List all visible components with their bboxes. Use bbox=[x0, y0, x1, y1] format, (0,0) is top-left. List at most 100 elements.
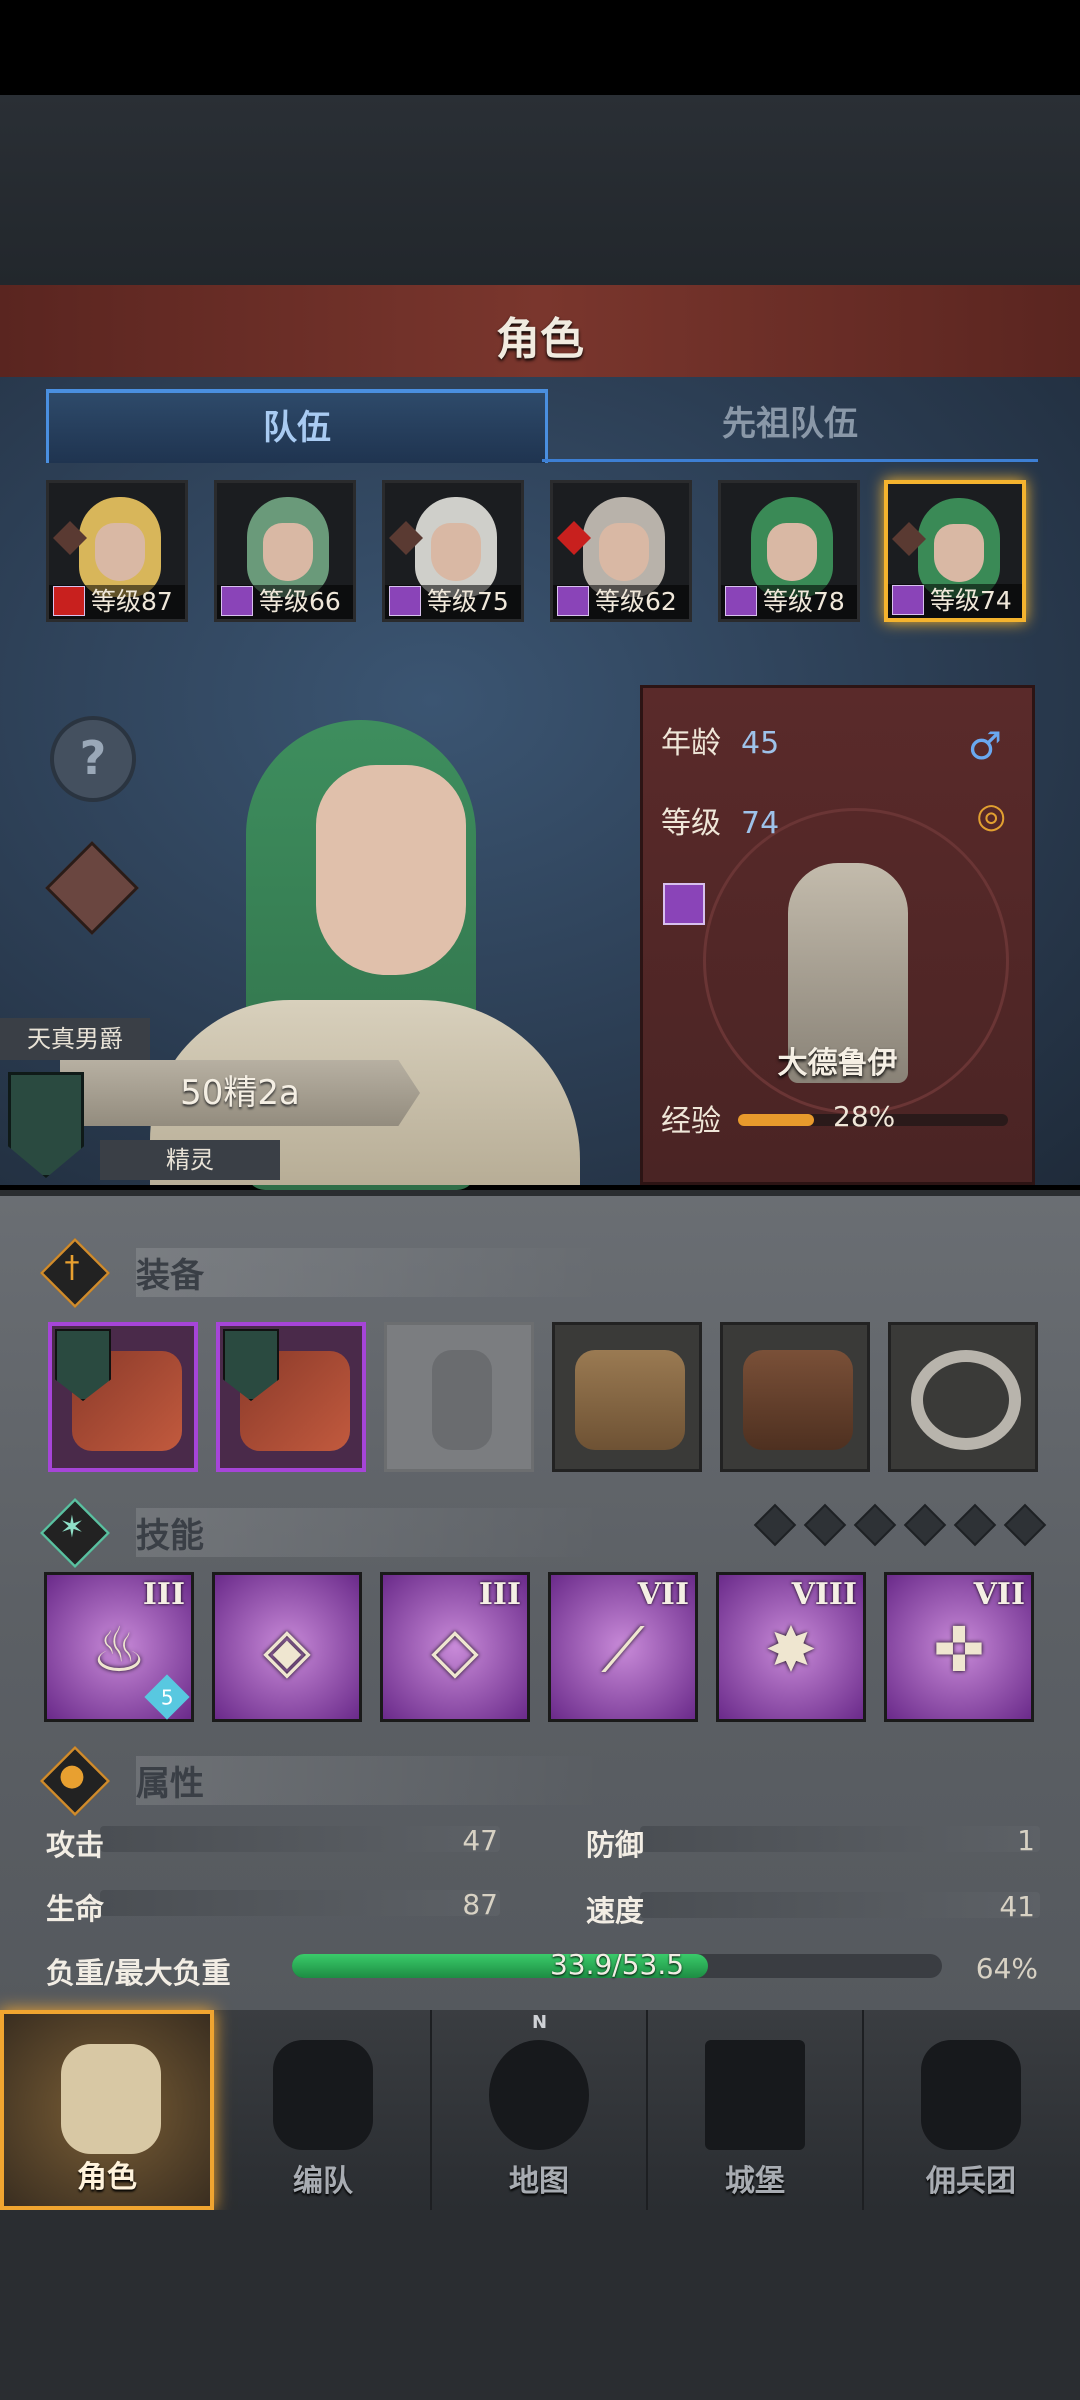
helmet-icon bbox=[432, 1350, 492, 1450]
skills-title: 技能 bbox=[136, 1508, 604, 1557]
skill-point-pip bbox=[753, 1503, 797, 1547]
age-value: 45 bbox=[741, 726, 780, 761]
exp-label: 经验 bbox=[661, 1104, 721, 1139]
skill-slot[interactable]: ◈ bbox=[212, 1572, 362, 1722]
attack-value: 47 bbox=[462, 1824, 498, 1857]
knight-icon bbox=[61, 2044, 161, 2154]
hero-card[interactable]: 等级62 bbox=[550, 480, 692, 622]
male-icon: ♂ bbox=[967, 724, 1002, 768]
status-bar-area bbox=[0, 0, 1080, 95]
skill-slot[interactable]: ✜ VII bbox=[884, 1572, 1034, 1722]
ring-icon bbox=[911, 1350, 1021, 1450]
attributes-header: ● 属性 bbox=[39, 1745, 1040, 1817]
nav-formation[interactable]: 编队 bbox=[216, 2010, 432, 2210]
equip-slot-helmet[interactable] bbox=[384, 1322, 534, 1472]
staff-icon bbox=[389, 586, 421, 616]
skill-points bbox=[753, 1503, 1060, 1547]
bottom-nav: 角色 编队 N 地图 城堡 佣兵团 bbox=[0, 2010, 1080, 2210]
equip-slot-weapon[interactable] bbox=[48, 1322, 198, 1472]
load-percent: 64% bbox=[975, 1952, 1038, 1985]
helmet-icon bbox=[273, 2040, 373, 2150]
skill-slot[interactable]: ⟋ VII bbox=[548, 1572, 698, 1722]
staff-icon bbox=[221, 586, 253, 616]
spear-icon: ⟋ bbox=[601, 1613, 645, 1686]
equip-slot-ring[interactable] bbox=[888, 1322, 1038, 1472]
nav-label: 角色 bbox=[77, 2160, 137, 2195]
age-row: 年龄 45 bbox=[661, 718, 779, 762]
help-icon[interactable]: ? bbox=[50, 716, 136, 802]
equip-slot-body[interactable] bbox=[552, 1322, 702, 1472]
portrait-face bbox=[316, 765, 466, 975]
skill-slot[interactable]: ✸ VIII bbox=[716, 1572, 866, 1722]
boots-icon bbox=[743, 1350, 853, 1450]
speed-value: 41 bbox=[999, 1890, 1035, 1923]
background-wall bbox=[0, 95, 1080, 285]
level-row: 等级 74 bbox=[661, 798, 779, 842]
holy-cross-icon: ✜ bbox=[933, 1613, 985, 1686]
nav-label: 地图 bbox=[509, 2164, 569, 2199]
nav-castle[interactable]: 城堡 bbox=[648, 2010, 864, 2210]
hero-face bbox=[934, 524, 984, 582]
skill-point-pip bbox=[903, 1503, 947, 1547]
dagger-icon: † bbox=[64, 1250, 80, 1285]
equip-slot-offhand[interactable] bbox=[216, 1322, 366, 1472]
hp-value: 87 bbox=[462, 1888, 498, 1921]
hero-card[interactable]: 等级78 bbox=[718, 480, 860, 622]
character-stats-card: 年龄 45 ♂ 等级 74 ◎ 大德鲁伊 经验 28% bbox=[640, 685, 1035, 1185]
class-name: 大德鲁伊 bbox=[777, 1046, 898, 1081]
attributes-title: 属性 bbox=[136, 1756, 604, 1805]
character-name[interactable]: 50精2a bbox=[60, 1060, 420, 1126]
skill-rank: III bbox=[478, 1577, 521, 1612]
load-value: 33.9/53.5 bbox=[549, 1948, 685, 1981]
defense-label: 防御 bbox=[586, 1828, 645, 1862]
hero-face bbox=[263, 523, 313, 581]
hero-face bbox=[95, 523, 145, 581]
burst-icon: ✸ bbox=[765, 1613, 817, 1686]
compass-north-mark: N bbox=[532, 2012, 548, 2033]
rings-icon: ◎ bbox=[976, 796, 1006, 836]
nav-character[interactable]: 角色 bbox=[0, 2010, 214, 2210]
hero-card[interactable]: 等级66 bbox=[214, 480, 356, 622]
flame-icon: ♨ bbox=[91, 1613, 147, 1686]
skill-rank: III bbox=[142, 1577, 185, 1612]
house-icon bbox=[53, 586, 85, 616]
crystal-arm-icon: ◇ bbox=[431, 1613, 479, 1686]
skill-point-pip bbox=[953, 1503, 997, 1547]
load-label: 负重/最大负重 bbox=[46, 1956, 231, 1990]
skill-charge-count: 5 bbox=[160, 1684, 174, 1709]
level-label: 等级 bbox=[661, 806, 721, 841]
hp-label: 生命 bbox=[46, 1892, 105, 1926]
tab-ancestor-team[interactable]: 先祖队伍 bbox=[542, 389, 1038, 462]
equipment-title: 装备 bbox=[136, 1248, 604, 1297]
exp-fill bbox=[738, 1114, 814, 1126]
staff-icon bbox=[557, 586, 589, 616]
staff-icon bbox=[892, 585, 924, 615]
tab-team[interactable]: 队伍 bbox=[46, 389, 548, 463]
nav-label: 佣兵团 bbox=[926, 2164, 1016, 2199]
shirt-icon bbox=[575, 1350, 685, 1450]
hero-card[interactable]: 等级75 bbox=[382, 480, 524, 622]
hero-card-selected[interactable]: 等级74 bbox=[884, 480, 1026, 622]
attack-label: 攻击 bbox=[46, 1828, 105, 1862]
tornado-icon: ◈ bbox=[263, 1613, 311, 1686]
skill-point-pip bbox=[803, 1503, 847, 1547]
skill-slot[interactable]: ♨ III 5 bbox=[44, 1572, 194, 1722]
skill-rank: VII bbox=[637, 1577, 689, 1612]
page-title: 角色 bbox=[496, 314, 584, 365]
nav-map[interactable]: N 地图 bbox=[432, 2010, 648, 2210]
person-icon: ● bbox=[58, 1758, 86, 1793]
skill-slot[interactable]: ◇ III bbox=[380, 1572, 530, 1722]
hero-face bbox=[431, 523, 481, 581]
equip-slot-boots[interactable] bbox=[720, 1322, 870, 1472]
bottom-area bbox=[0, 2210, 1080, 2400]
equipment-header: † 装备 bbox=[39, 1237, 1040, 1309]
castle-icon bbox=[705, 2040, 805, 2150]
hero-card[interactable]: 等级87 bbox=[46, 480, 188, 622]
staff-icon bbox=[725, 586, 757, 616]
skill-rank: VII bbox=[973, 1577, 1025, 1612]
hero-face bbox=[767, 523, 817, 581]
skill-point-pip bbox=[853, 1503, 897, 1547]
nav-mercenary[interactable]: 佣兵团 bbox=[864, 2010, 1078, 2210]
title-banner: 角色 bbox=[0, 285, 1080, 381]
compass-icon bbox=[489, 2040, 589, 2150]
